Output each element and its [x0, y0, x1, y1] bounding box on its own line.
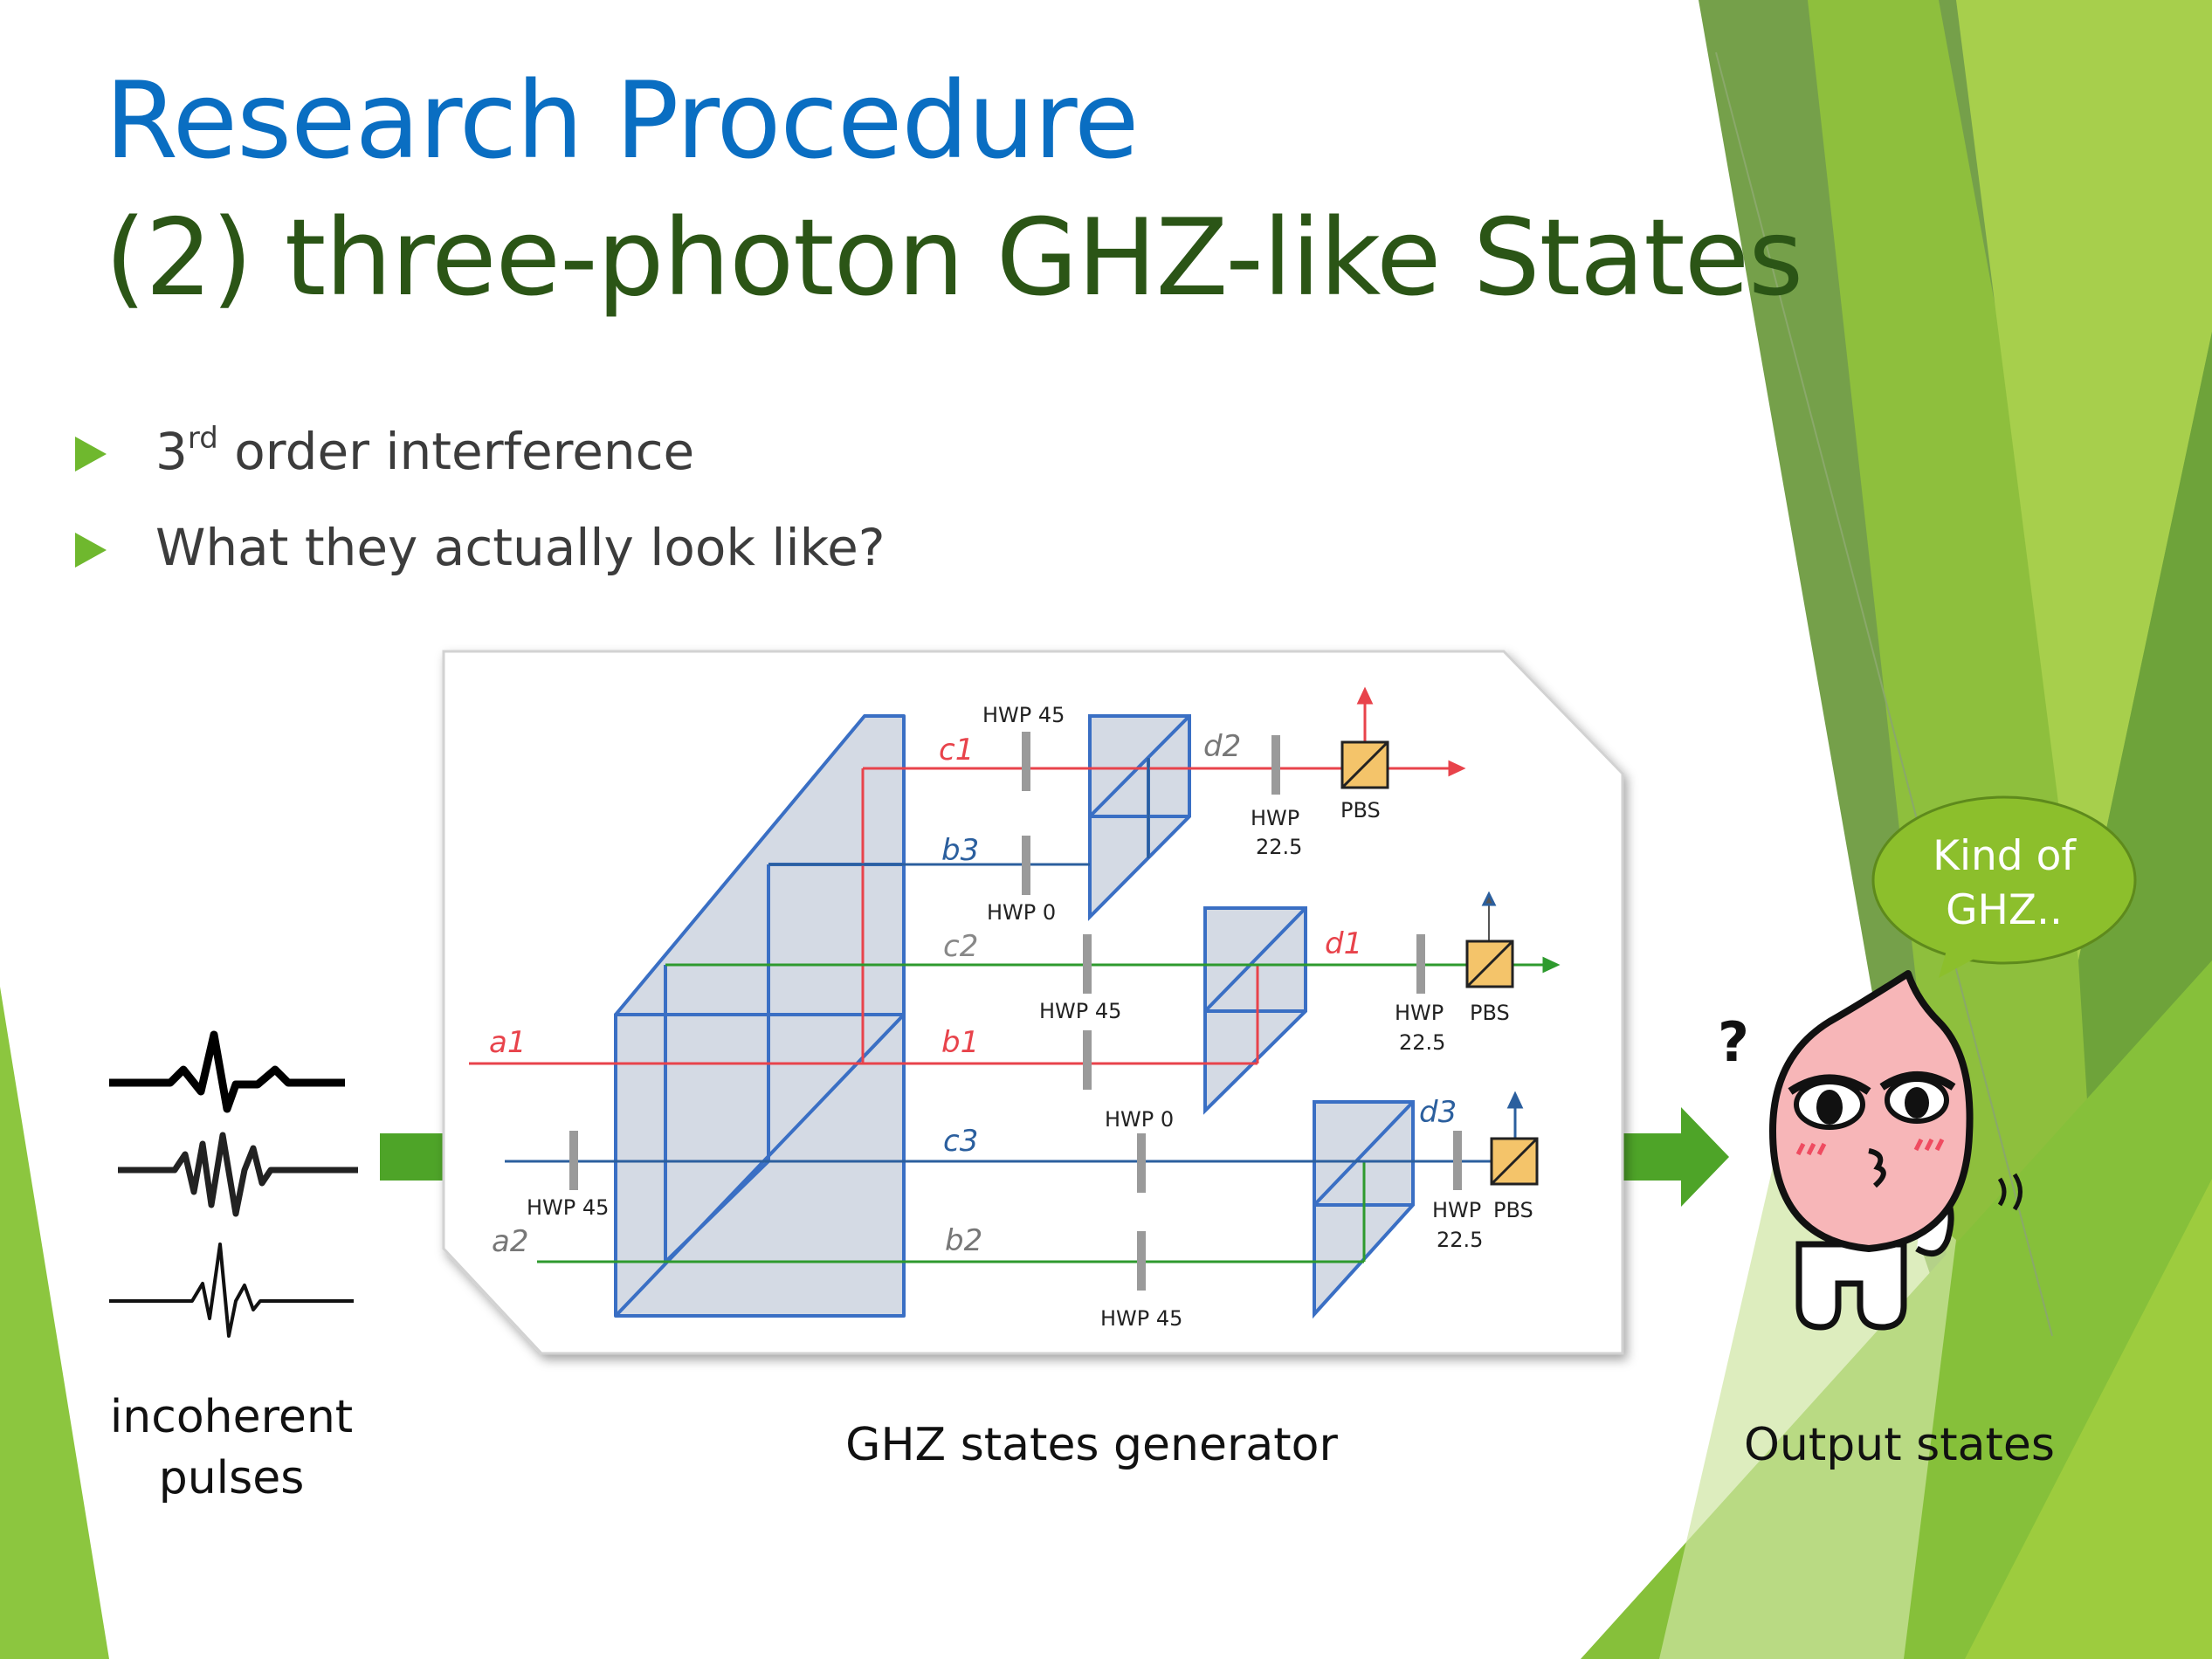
speech-bubble-line1: Kind of [1933, 832, 2076, 880]
label-hwp45-mid: HWP 45 [1039, 999, 1121, 1023]
slide: Research Procedure (2) three-photon GHZ-… [0, 0, 2212, 1659]
speech-bubble-text: Kind of GHZ.. [1878, 830, 2131, 938]
label-pbs-d3: PBS [1493, 1198, 1533, 1222]
label-hwp-d2: HWP [1251, 806, 1299, 830]
caption-pulses-line2: pulses [158, 1452, 305, 1505]
label-hwp45-bottom: HWP 45 [1100, 1306, 1182, 1331]
label-hwp-d3-val: 22.5 [1437, 1228, 1483, 1252]
label-hwp-d1: HWP [1395, 1001, 1444, 1025]
label-d2: d2 [1203, 729, 1241, 764]
label-c1: c1 [939, 733, 974, 768]
label-b2: b2 [945, 1223, 982, 1258]
label-hwp-d1-val: 22.5 [1399, 1030, 1445, 1055]
label-hwp0-mid: HWP 0 [1105, 1107, 1174, 1132]
caption-output-states: Output states [1744, 1419, 2055, 1471]
peach-character-icon: ? [1718, 970, 2022, 1331]
label-b3: b3 [941, 833, 979, 868]
caption-ghz-generator: GHZ states generator [845, 1419, 1338, 1471]
label-pbs-d2: PBS [1340, 798, 1381, 823]
label-hwp-d3: HWP [1432, 1198, 1481, 1222]
label-hwp45-top: HWP 45 [982, 703, 1065, 727]
caption-pulses-line1: incoherent [109, 1391, 354, 1443]
caption-incoherent-pulses: incoherent pulses [96, 1387, 367, 1509]
label-b1: b1 [941, 1025, 979, 1060]
label-c3: c3 [943, 1124, 978, 1159]
label-c2: c2 [943, 929, 978, 964]
speech-bubble-line2: GHZ.. [1946, 886, 2063, 935]
label-d1: d1 [1325, 926, 1362, 961]
question-mark: ? [1718, 1010, 1749, 1074]
label-a2: a2 [492, 1224, 528, 1259]
label-hwp45-input: HWP 45 [527, 1195, 609, 1220]
label-hwp-d2-val: 22.5 [1256, 835, 1302, 859]
label-pbs-d1: PBS [1470, 1001, 1510, 1025]
label-a1: a1 [489, 1025, 526, 1060]
label-d3: d3 [1419, 1095, 1457, 1130]
label-hwp0-top: HWP 0 [987, 900, 1056, 925]
